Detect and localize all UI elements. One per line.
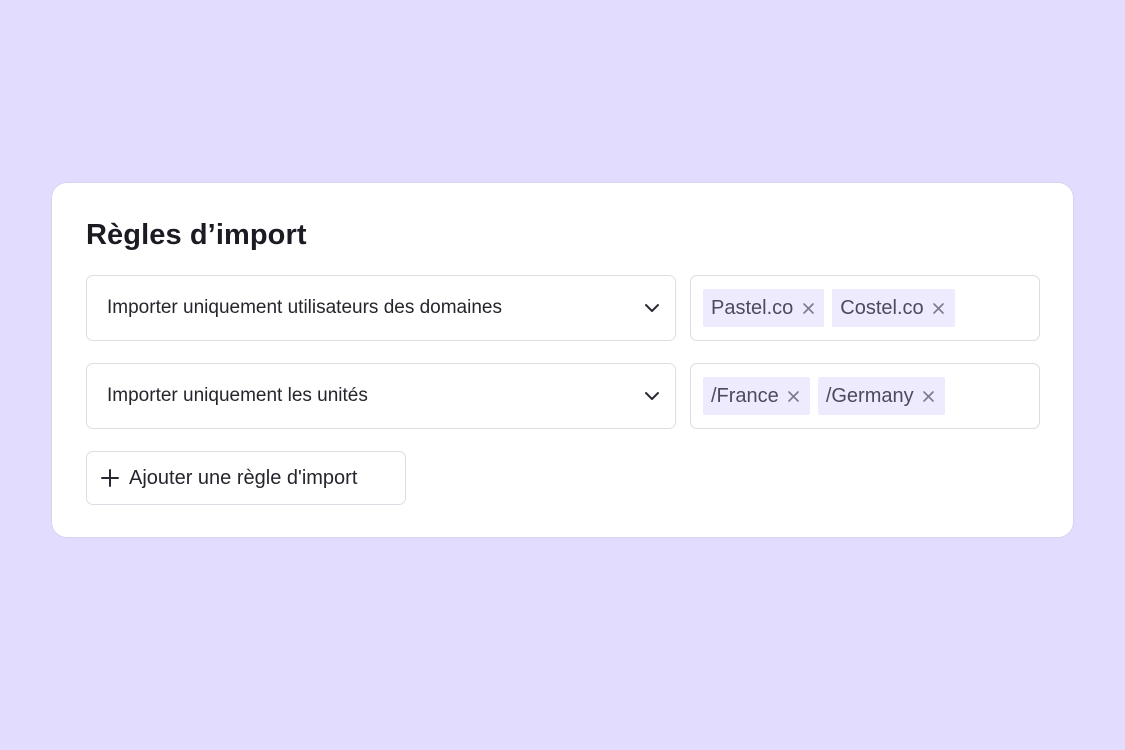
chevron-down-icon [643, 387, 661, 405]
chevron-down-icon [643, 299, 661, 317]
rule-condition-label: Importer uniquement les unités [107, 385, 368, 406]
value-tag: Pastel.co [703, 289, 825, 327]
close-icon[interactable] [787, 389, 801, 403]
value-tag: /France [703, 377, 810, 415]
rule-condition-select[interactable]: Importer uniquement les unités [86, 363, 676, 429]
add-rule-label: Ajouter une règle d'import [129, 466, 358, 489]
plus-icon [100, 468, 120, 488]
rule-condition-label: Importer uniquement utilisateurs des dom… [107, 297, 502, 318]
close-icon[interactable] [922, 389, 936, 403]
close-icon[interactable] [932, 301, 946, 315]
card-title: Règles d’import [86, 219, 307, 251]
rule-condition-select[interactable]: Importer uniquement utilisateurs des dom… [86, 275, 676, 341]
value-tag: Costel.co [832, 289, 955, 327]
import-rules-card: Règles d’import Importer uniquement util… [51, 182, 1074, 538]
add-rule-button[interactable]: Ajouter une règle d'import [86, 451, 406, 505]
value-tag: /Germany [817, 377, 945, 415]
rule-values-field[interactable]: Pastel.co Costel.co [690, 275, 1040, 341]
tag-label: Costel.co [840, 296, 924, 319]
rule-values-field[interactable]: /France /Germany [690, 363, 1040, 429]
tag-label: /Germany [825, 384, 914, 407]
tag-label: /France [711, 384, 779, 407]
close-icon[interactable] [801, 301, 815, 315]
tag-label: Pastel.co [711, 296, 794, 319]
